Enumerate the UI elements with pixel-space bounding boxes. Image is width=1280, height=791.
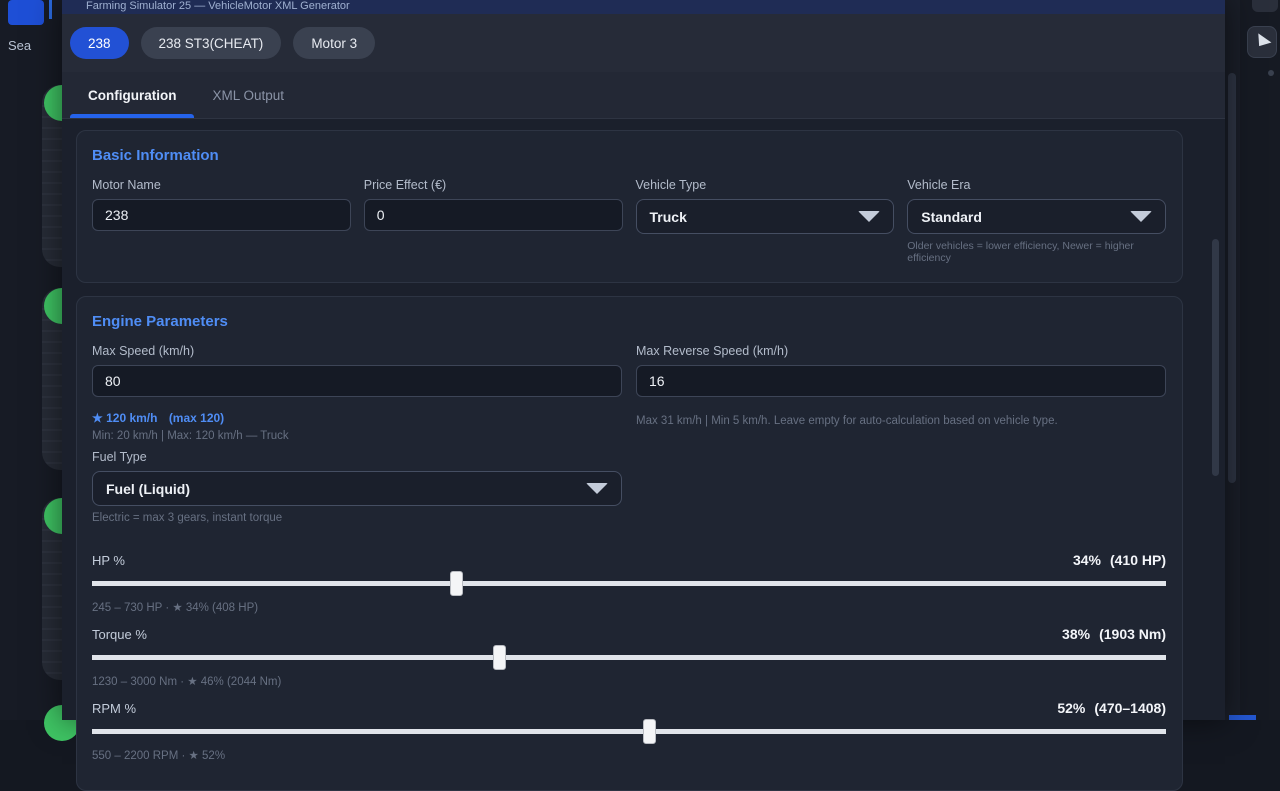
price-effect-label: Price Effect (€) xyxy=(364,178,623,192)
slider-handle[interactable] xyxy=(450,571,463,596)
motor-chip-238[interactable]: 238 xyxy=(70,27,129,59)
background-accent-line xyxy=(49,0,52,19)
slider-handle[interactable] xyxy=(643,719,656,744)
price-effect-field-group: Price Effect (€) xyxy=(364,178,623,264)
torque-percent-slider-block: Torque % 38%(1903 Nm) 1230 – 3000 Nm · ★… xyxy=(92,624,1166,688)
engine-parameters-section: Engine Parameters Max Speed (km/h) ★ 120… xyxy=(76,296,1183,791)
tab-bar: Configuration XML Output xyxy=(62,72,1225,119)
basic-information-section: Basic Information Motor Name Price Effec… xyxy=(76,130,1183,283)
fuel-type-hint: Electric = max 3 gears, instant torque xyxy=(92,512,622,524)
max-reverse-speed-hint: Max 31 km/h | Min 5 km/h. Leave empty fo… xyxy=(636,415,1166,427)
slider-track xyxy=(92,729,1166,734)
hp-percent-hint: 245 – 730 HP · ★ 34% (408 HP) xyxy=(92,600,1166,614)
torque-percent-label: Torque % xyxy=(92,627,147,642)
max-speed-field-group: Max Speed (km/h) ★ 120 km/h (max 120) Mi… xyxy=(92,344,622,524)
configuration-panel: Basic Information Motor Name Price Effec… xyxy=(62,119,1225,720)
torque-percent-slider[interactable] xyxy=(92,644,1166,670)
price-effect-input[interactable] xyxy=(364,199,623,231)
dialog-title: Farming Simulator 25 — VehicleMotor XML … xyxy=(62,0,1225,14)
max-speed-reference: ★ 120 km/h (max 120) xyxy=(92,411,622,425)
tab-xml-output[interactable]: XML Output xyxy=(194,72,302,118)
vehicle-type-value: Truck xyxy=(650,209,687,225)
fuel-type-value: Fuel (Liquid) xyxy=(106,481,190,497)
vehicle-era-field-group: Vehicle Era Standard Older vehicles = lo… xyxy=(907,178,1166,264)
motor-name-input[interactable] xyxy=(92,199,351,231)
max-speed-ref-max: (max 120) xyxy=(169,411,224,425)
vehicle-era-label: Vehicle Era xyxy=(907,178,1166,192)
rpm-percent-hint: 550 – 2200 RPM · ★ 52% xyxy=(92,748,1166,762)
section-title: Basic Information xyxy=(92,147,1166,164)
vehicle-era-hint: Older vehicles = lower efficiency, Newer… xyxy=(907,240,1166,264)
motor-chip-row: 238 238 ST3(CHEAT) Motor 3 xyxy=(62,14,1225,72)
chevron-down-icon xyxy=(586,483,608,494)
slider-track xyxy=(92,581,1166,586)
max-reverse-speed-input[interactable] xyxy=(636,365,1166,397)
dialog-scrollbar[interactable] xyxy=(1212,239,1219,476)
max-reverse-speed-label: Max Reverse Speed (km/h) xyxy=(636,344,1166,358)
small-dot-icon xyxy=(1268,70,1274,76)
vehicle-era-value: Standard xyxy=(921,209,982,225)
background-bottom-accent xyxy=(1229,715,1256,720)
rpm-percent-slider[interactable] xyxy=(92,718,1166,744)
fuel-type-select[interactable]: Fuel (Liquid) xyxy=(92,471,622,506)
search-input[interactable]: Sea xyxy=(8,38,31,53)
torque-percent-hint: 1230 – 3000 Nm · ★ 46% (2044 Nm) xyxy=(92,674,1166,688)
hp-percent-slider[interactable] xyxy=(92,570,1166,596)
max-reverse-speed-field-group: Max Reverse Speed (km/h) Max 31 km/h | M… xyxy=(636,344,1166,524)
rpm-percent-value: 52%(470–1408) xyxy=(1057,700,1166,716)
max-speed-ref-star: ★ 120 km/h xyxy=(92,411,157,425)
arrow-icon xyxy=(1253,33,1272,50)
rpm-percent-slider-block: RPM % 52%(470–1408) 550 – 2200 RPM · ★ 5… xyxy=(92,698,1166,762)
motor-chip-motor-3[interactable]: Motor 3 xyxy=(293,27,375,59)
tab-configuration[interactable]: Configuration xyxy=(70,72,194,118)
background-blue-button[interactable] xyxy=(8,0,44,25)
section-title: Engine Parameters xyxy=(92,313,1166,330)
slider-track xyxy=(92,655,1166,660)
rpm-percent-label: RPM % xyxy=(92,701,136,716)
page-scrollbar[interactable] xyxy=(1228,73,1236,483)
background-right-column xyxy=(1240,0,1280,720)
chevron-down-icon xyxy=(1130,211,1152,222)
fuel-type-label: Fuel Type xyxy=(92,450,622,464)
background-button-fragment xyxy=(1252,0,1278,12)
max-speed-label: Max Speed (km/h) xyxy=(92,344,622,358)
max-speed-input[interactable] xyxy=(92,365,622,397)
vehicle-motor-generator-dialog: Farming Simulator 25 — VehicleMotor XML … xyxy=(62,0,1225,720)
vehicle-type-select[interactable]: Truck xyxy=(636,199,895,234)
vehicle-type-field-group: Vehicle Type Truck xyxy=(636,178,895,264)
engine-sliders: HP % 34%(410 HP) 245 – 730 HP · ★ 34% (4… xyxy=(92,550,1166,762)
motor-name-field-group: Motor Name xyxy=(92,178,351,264)
vehicle-type-label: Vehicle Type xyxy=(636,178,895,192)
motor-chip-238-st3[interactable]: 238 ST3(CHEAT) xyxy=(141,27,282,59)
vehicle-era-select[interactable]: Standard xyxy=(907,199,1166,234)
max-speed-hint: Min: 20 km/h | Max: 120 km/h — Truck xyxy=(92,430,622,442)
hp-percent-value: 34%(410 HP) xyxy=(1073,552,1166,568)
motor-name-label: Motor Name xyxy=(92,178,351,192)
hp-percent-label: HP % xyxy=(92,553,125,568)
hp-percent-slider-block: HP % 34%(410 HP) 245 – 730 HP · ★ 34% (4… xyxy=(92,550,1166,614)
slider-handle[interactable] xyxy=(493,645,506,670)
chevron-down-icon xyxy=(858,211,880,222)
arrow-button[interactable] xyxy=(1247,26,1277,58)
torque-percent-value: 38%(1903 Nm) xyxy=(1062,626,1166,642)
